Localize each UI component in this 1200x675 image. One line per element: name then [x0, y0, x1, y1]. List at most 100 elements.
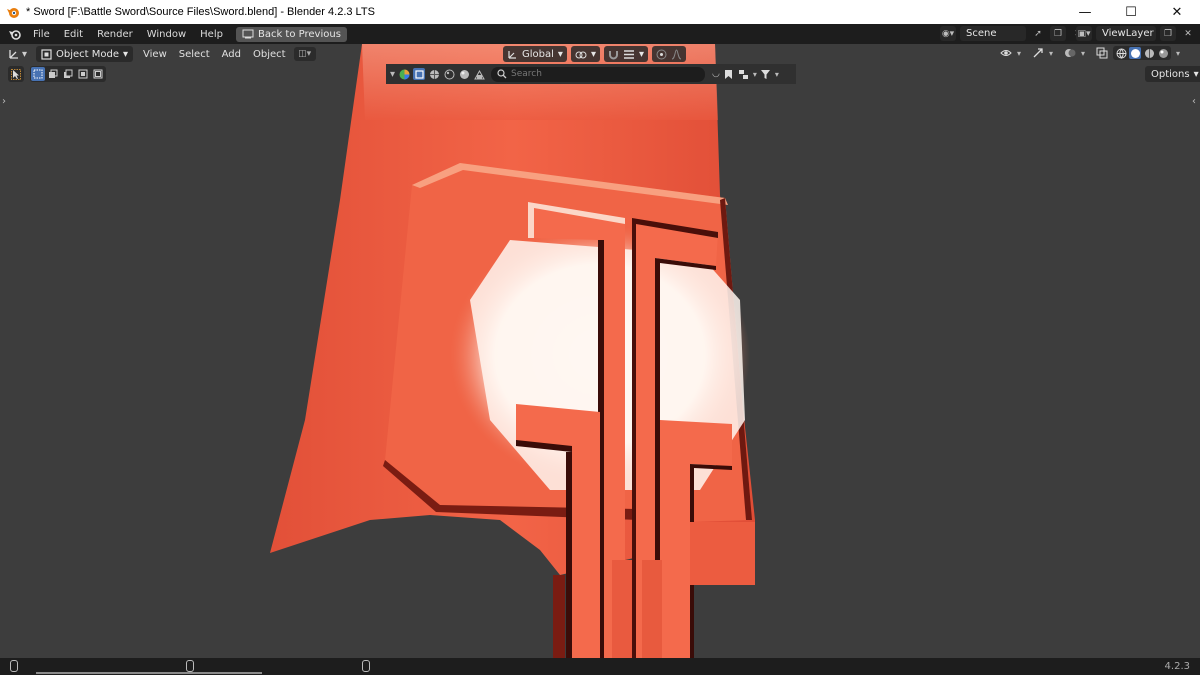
view-layer-browse-icon[interactable]: ▣▾ [1076, 26, 1092, 41]
menu-select[interactable]: Select [173, 49, 216, 60]
snap-increment-icon [623, 49, 634, 59]
viewport-display-controls: ▾ ▾ ▾ ▾ [1000, 46, 1180, 60]
object-mode-label: Object Mode [56, 48, 119, 60]
new-view-layer-icon[interactable]: ❐ [1160, 26, 1176, 41]
select-subtract-icon[interactable] [61, 67, 75, 81]
menu-view[interactable]: View [137, 49, 173, 60]
screen-back-icon [242, 29, 254, 39]
close-button[interactable]: ✕ [1154, 0, 1200, 24]
filter-search-input[interactable]: Search [491, 66, 706, 82]
delete-view-layer-icon[interactable]: ✕ [1180, 26, 1196, 41]
mouse-left-icon [10, 660, 18, 672]
tool-header-row [8, 66, 106, 82]
chevron-down-icon: ▾ [123, 48, 129, 60]
funnel-filter-icon[interactable] [760, 68, 772, 80]
view-layer-field[interactable]: ViewLayer [1096, 26, 1156, 41]
new-scene-icon[interactable]: ❐ [1050, 26, 1066, 41]
object-filter-icon[interactable] [413, 68, 426, 80]
menu-add[interactable]: Add [216, 49, 247, 60]
collection-filter-icon[interactable] [738, 68, 750, 80]
scene-selector: ◉▾ Scene ➚ ❐ ✕ [940, 26, 1086, 41]
modifier-filter-icon[interactable] [443, 68, 455, 80]
color-wheel-icon[interactable] [398, 68, 410, 80]
chevron-down-icon[interactable]: ▾ [390, 69, 395, 80]
shading-mode-group [1113, 46, 1172, 60]
visibility-icon[interactable] [1000, 47, 1012, 59]
mesh-filter-icon[interactable] [428, 68, 440, 80]
blender-app-icon [7, 8, 19, 18]
chevron-down-icon: ▾ [590, 48, 596, 60]
scene-name-label: Scene [966, 28, 997, 39]
menu-object[interactable]: Object [247, 49, 292, 60]
chevron-down-icon: ▾ [1193, 68, 1199, 80]
mouse-middle-icon [186, 660, 194, 672]
proportional-editing-icon [656, 49, 667, 59]
view-object-types-strip: ▾ Search ◡ ▾ ▾ [386, 64, 796, 84]
selection-mode-group [30, 66, 106, 82]
pin-icon[interactable]: ➚ [1030, 26, 1046, 41]
object-mode-icon [41, 48, 52, 60]
solid-shading-icon[interactable] [1129, 47, 1142, 59]
chevron-down-icon[interactable]: ▾ [1017, 49, 1021, 58]
toolbar-expand-arrow-icon[interactable]: › [2, 96, 6, 107]
search-placeholder: Search [511, 69, 542, 79]
sidebar-expand-arrow-icon[interactable]: ‹ [1192, 96, 1196, 107]
chevron-down-icon[interactable]: ▾ [1081, 49, 1085, 58]
chevron-down-icon[interactable]: ▾ [1176, 49, 1180, 58]
sword-mesh-render [270, 44, 755, 658]
blender-logo-icon[interactable] [4, 24, 26, 44]
mouse-right-icon [362, 660, 370, 672]
menu-render[interactable]: Render [90, 24, 140, 44]
minimize-button[interactable]: — [1062, 0, 1108, 24]
back-to-previous-button[interactable]: Back to Previous [235, 26, 347, 42]
rendered-shading-icon[interactable] [1157, 47, 1169, 59]
menu-window[interactable]: Window [140, 24, 193, 44]
transform-toolbar: Global ▾ ▾ ▾ [503, 46, 686, 62]
select-new-icon[interactable] [31, 67, 45, 81]
chevron-down-icon: ▾ [557, 48, 563, 60]
maximize-button[interactable]: ☐ [1108, 0, 1154, 24]
menu-help[interactable]: Help [193, 24, 230, 44]
falloff-curve-icon [671, 48, 682, 59]
xray-toggle-icon[interactable] [1096, 47, 1108, 59]
menu-file[interactable]: File [26, 24, 57, 44]
select-invert-icon[interactable] [76, 67, 90, 81]
gizmo-toggle-icon[interactable] [1032, 47, 1044, 59]
scene-browse-icon[interactable]: ◉▾ [940, 26, 956, 41]
snap-magnet-icon [608, 50, 618, 59]
material-preview-icon[interactable] [1143, 47, 1155, 59]
back-to-previous-label: Back to Previous [257, 28, 341, 40]
select-intersect-icon[interactable] [91, 67, 105, 81]
pivot-point-dropdown[interactable]: ▾ [570, 46, 600, 62]
3d-viewport[interactable]: ▾ Object Mode ▾ View Select Add Object ◫… [0, 44, 1200, 658]
chevron-down-icon[interactable]: ▾ [753, 70, 757, 79]
object-mode-dropdown[interactable]: Object Mode ▾ [36, 46, 134, 62]
pivot-point-icon [575, 51, 587, 58]
axis-gizmo-icon [9, 50, 18, 59]
chevron-down-icon[interactable]: ▾ [1049, 49, 1053, 58]
menu-edit[interactable]: Edit [57, 24, 90, 44]
material-filter-icon[interactable] [458, 68, 470, 80]
bookmark-icon[interactable] [723, 68, 735, 80]
wireframe-shading-icon[interactable] [1115, 47, 1127, 59]
search-icon [497, 69, 507, 79]
status-progress-line [36, 672, 262, 674]
editor-type-selector[interactable]: ▾ [8, 46, 32, 62]
select-extend-icon[interactable] [46, 67, 60, 81]
select-tool-icon[interactable] [8, 66, 24, 82]
scene-filter-icon[interactable] [473, 68, 485, 80]
snapping-controls[interactable]: ▾ [603, 46, 648, 62]
transform-orientation-dropdown[interactable]: Global ▾ [503, 46, 567, 62]
collection-visibility-icon[interactable]: ◫▾ [293, 47, 316, 61]
chevron-down-icon[interactable]: ◡ [712, 69, 720, 79]
scene-name-field[interactable]: Scene [960, 26, 1026, 41]
transform-orientation-label: Global [522, 48, 554, 60]
blender-topbar: File Edit Render Window Help Back to Pre… [0, 24, 1200, 44]
proportional-editing-controls[interactable] [652, 46, 686, 62]
chevron-down-icon[interactable]: ▾ [775, 70, 779, 79]
options-label: Options [1151, 68, 1190, 80]
window-titlebar: * Sword [F:\Battle Sword\Source Files\Sw… [0, 0, 1200, 24]
chevron-down-icon: ▾ [22, 48, 28, 60]
options-dropdown[interactable]: Options ▾ [1145, 66, 1200, 82]
overlays-toggle-icon[interactable] [1064, 47, 1076, 59]
